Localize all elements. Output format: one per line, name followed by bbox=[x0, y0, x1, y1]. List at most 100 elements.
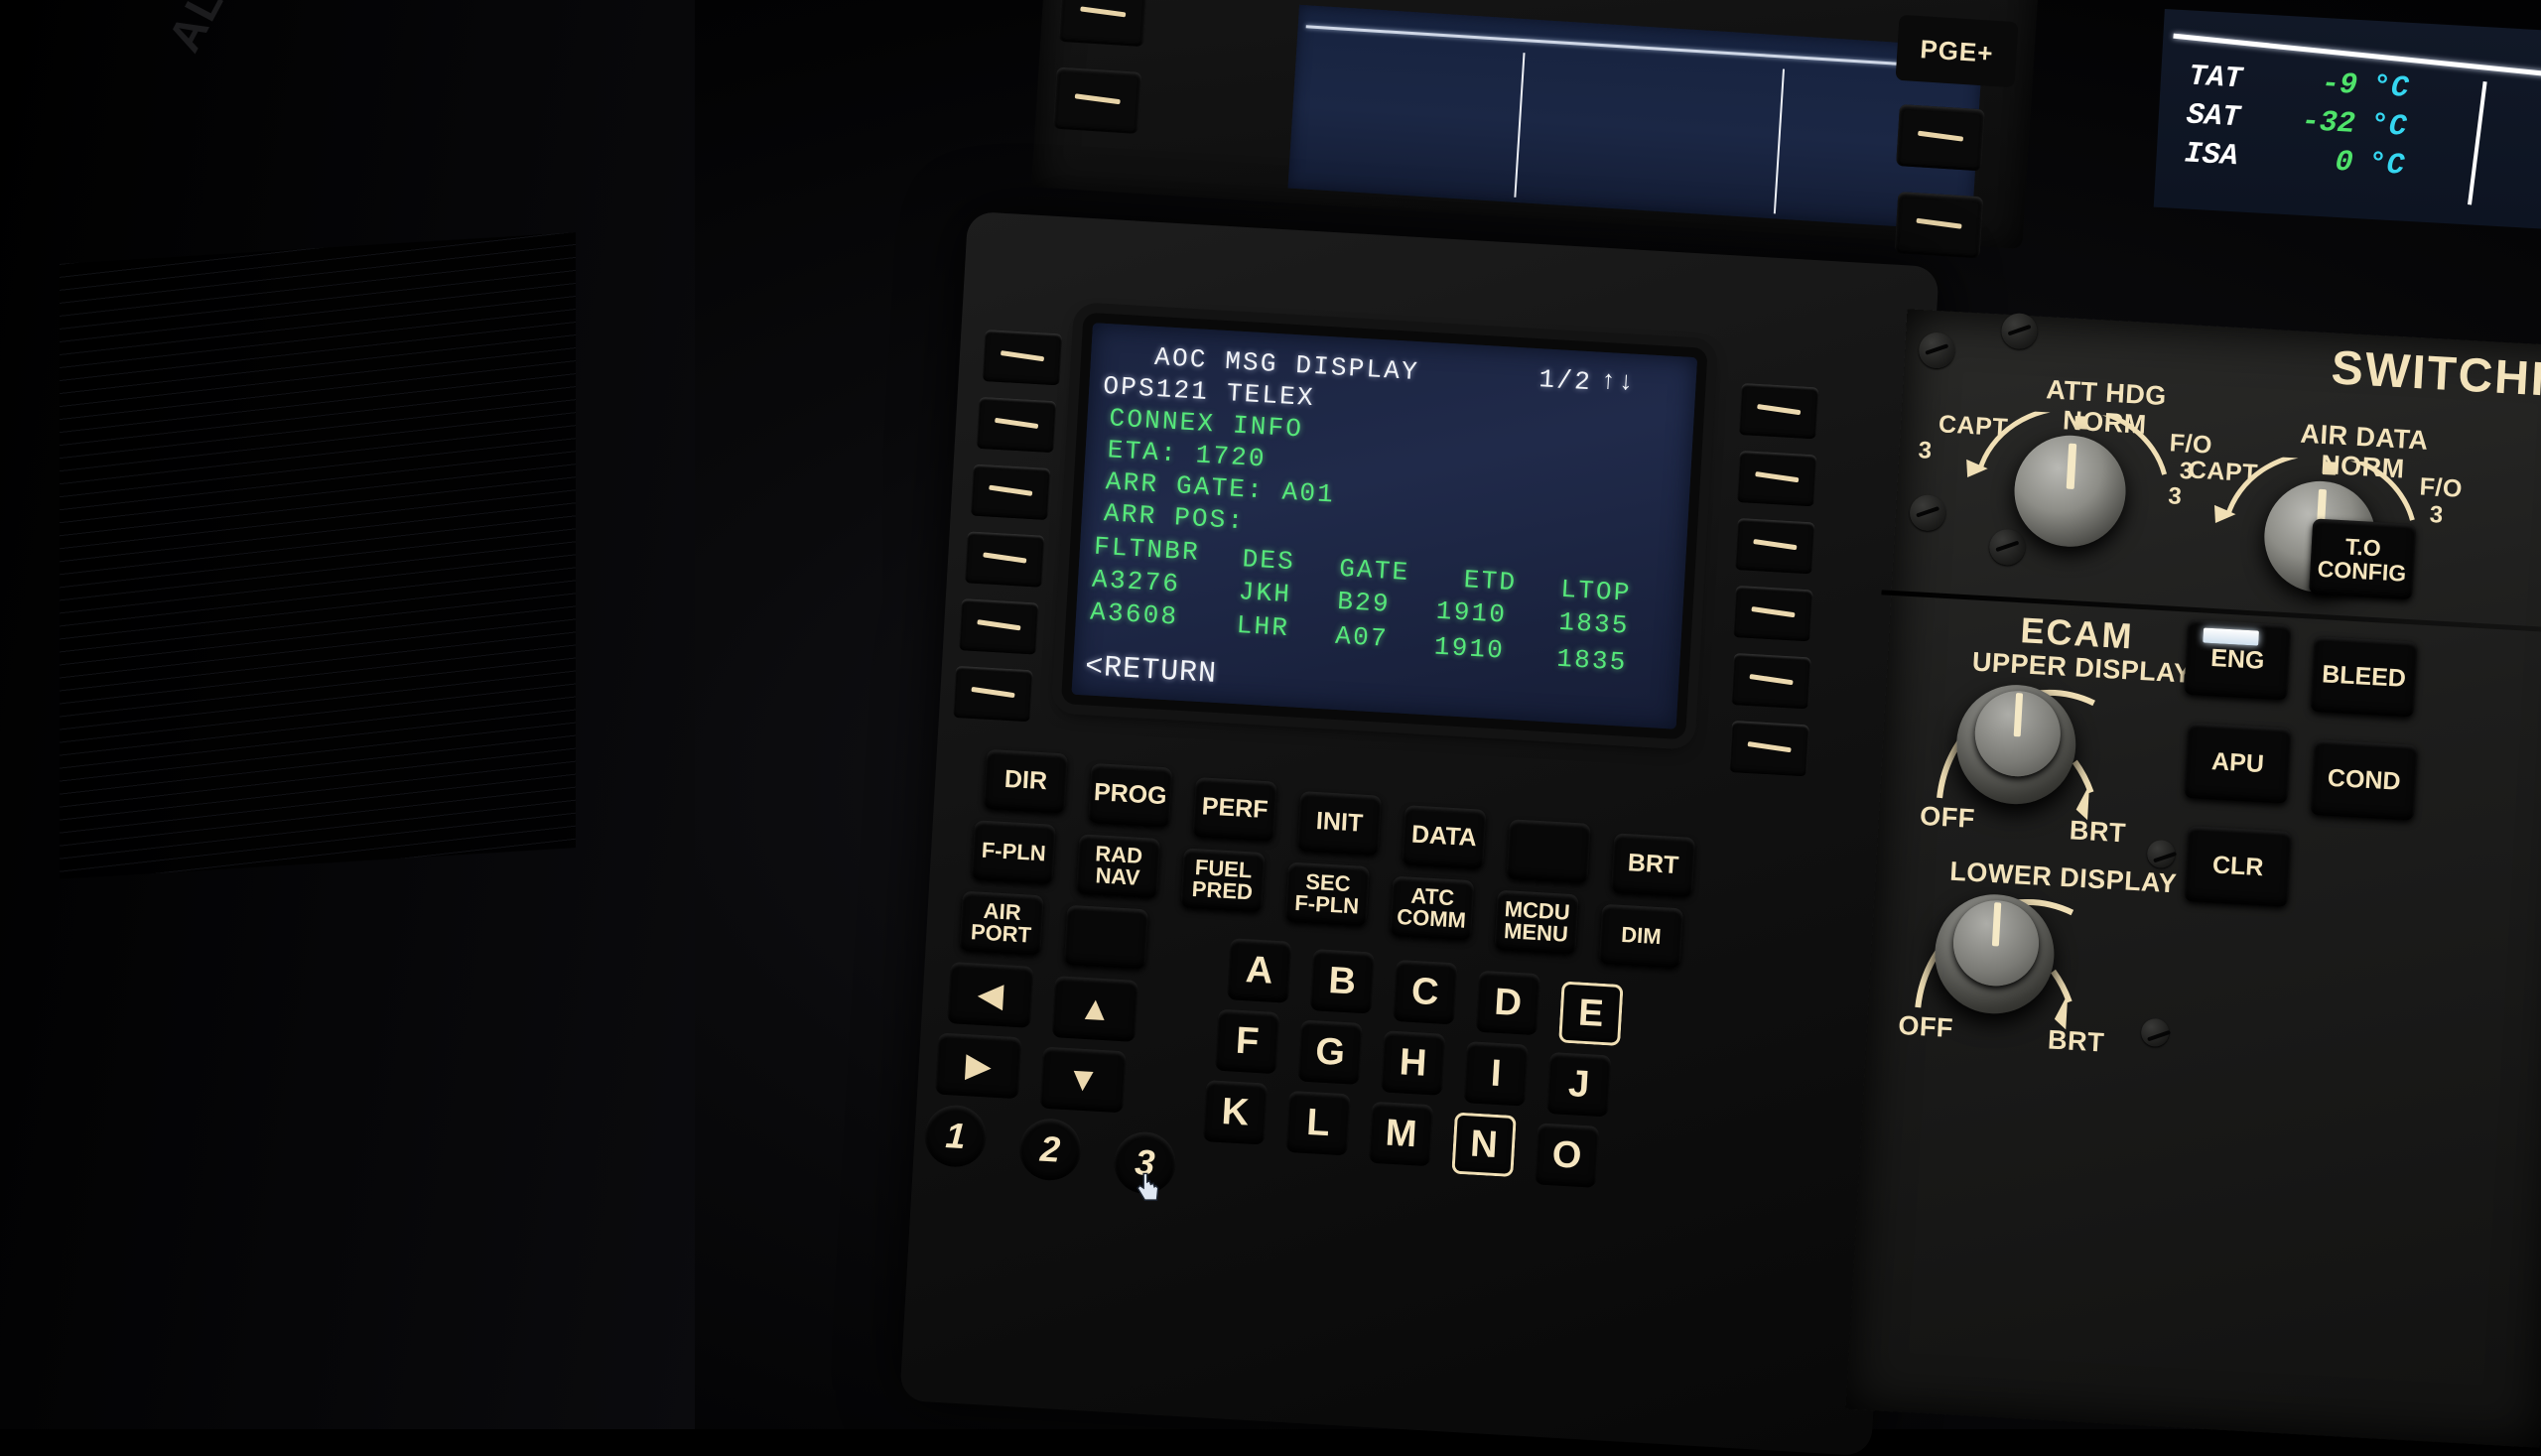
key-letter-h[interactable]: H bbox=[1380, 1030, 1446, 1096]
key-letter-n[interactable]: N bbox=[1451, 1112, 1517, 1177]
lsk-dash-icon bbox=[1749, 674, 1794, 686]
key-sec-f-pln[interactable]: SEC F-PLN bbox=[1284, 861, 1371, 927]
mcdu-unit: AOC MSG DISPLAY 1/2 ↑↓ OPS121 TELEX CONN… bbox=[899, 210, 1939, 1456]
key-letter-m[interactable]: M bbox=[1368, 1101, 1434, 1167]
lsk-dash-icon bbox=[971, 686, 1015, 699]
page-arrows-icon[interactable]: ↑↓ bbox=[1600, 366, 1637, 398]
table-row-2-etd: 1910 bbox=[1433, 631, 1506, 666]
screen-divider-vertical-1 bbox=[1514, 53, 1526, 198]
apu-button[interactable]: APU bbox=[2184, 722, 2292, 804]
ecam-upper-brt-label: BRT bbox=[2069, 815, 2127, 849]
lsk-left-4[interactable] bbox=[964, 531, 1045, 588]
ecam-lower-off-label: OFF bbox=[1897, 1009, 1954, 1044]
lsk-left-6[interactable] bbox=[952, 665, 1033, 723]
return-prompt[interactable]: <RETURN bbox=[1084, 650, 1218, 692]
screen-divider-vertical-2 bbox=[1773, 68, 1785, 214]
cond-button[interactable]: COND bbox=[2310, 738, 2418, 821]
key-letter-b[interactable]: B bbox=[1309, 949, 1376, 1014]
key-prog[interactable]: PROG bbox=[1088, 762, 1173, 828]
lsk-right-4[interactable] bbox=[1732, 585, 1813, 642]
lsk-right-5[interactable] bbox=[1731, 652, 1811, 710]
knob-pointer-icon bbox=[2066, 443, 2077, 489]
isa-unit: °C bbox=[2367, 147, 2406, 184]
key-letter-f[interactable]: F bbox=[1214, 1008, 1280, 1075]
key-brt[interactable]: BRT bbox=[1610, 833, 1696, 897]
cockpit-scene: ALS PGE+ TAT -9 °C SAT -32 °C ISA 0 °C A… bbox=[0, 0, 2541, 1456]
key-letter-d[interactable]: D bbox=[1475, 970, 1541, 1036]
key-dim[interactable]: DIM bbox=[1598, 903, 1684, 969]
table-header-ltop: LTOP bbox=[1559, 574, 1633, 608]
panel-screw-5 bbox=[2146, 839, 2177, 869]
lsk-dash-icon bbox=[1755, 470, 1800, 483]
key-f-pln[interactable]: F-PLN bbox=[971, 820, 1056, 884]
key-blank-2[interactable] bbox=[1063, 904, 1149, 970]
panel-screw-4 bbox=[1988, 528, 2027, 567]
key-num-3[interactable]: 3 bbox=[1112, 1129, 1178, 1196]
key-data[interactable]: DATA bbox=[1402, 805, 1487, 869]
key-letter-o[interactable]: O bbox=[1534, 1123, 1600, 1188]
table-header-etd: ETD bbox=[1462, 565, 1518, 598]
table-row-1-etd: 1910 bbox=[1435, 596, 1508, 630]
screen-line-arr-pos: ARR POS: bbox=[1103, 498, 1247, 537]
key-num-2[interactable]: 2 bbox=[1017, 1117, 1083, 1182]
table-row-1-ltop: 1835 bbox=[1557, 606, 1631, 641]
isa-label: ISA bbox=[2183, 137, 2239, 175]
tat-unit: °C bbox=[2371, 69, 2410, 106]
key-dir[interactable]: DIR bbox=[983, 748, 1069, 814]
upper-lsk-right-1[interactable] bbox=[1896, 104, 1985, 172]
lsk-left-5[interactable] bbox=[958, 598, 1039, 655]
key-air-port[interactable]: AIR PORT bbox=[959, 890, 1044, 956]
panel-screw-6 bbox=[2140, 1017, 2170, 1048]
key-perf[interactable]: PERF bbox=[1192, 776, 1277, 842]
key-fuel-pred[interactable]: FUEL PRED bbox=[1180, 848, 1266, 912]
key-letter-e[interactable]: E bbox=[1558, 981, 1624, 1046]
lsk-right-6[interactable] bbox=[1729, 720, 1809, 777]
key-letter-j[interactable]: J bbox=[1545, 1051, 1612, 1118]
key-letter-g[interactable]: G bbox=[1297, 1019, 1363, 1085]
key-blank-1[interactable] bbox=[1506, 819, 1591, 883]
arrow-right-key[interactable]: ▶ bbox=[935, 1032, 1022, 1100]
arrow-left-key[interactable]: ◀ bbox=[947, 962, 1034, 1028]
pedestal-ribs bbox=[60, 232, 576, 879]
table-header-fltnbr: FLTNBR bbox=[1093, 531, 1201, 568]
lsk-right-3[interactable] bbox=[1734, 517, 1815, 575]
key-letter-k[interactable]: K bbox=[1202, 1080, 1269, 1145]
pedal-label: ALS bbox=[157, 0, 249, 61]
key-letter-l[interactable]: L bbox=[1285, 1090, 1351, 1156]
left-pedestal-shadow: ALS bbox=[0, 0, 695, 1429]
key-mcdu-menu[interactable]: MCDU MENU bbox=[1494, 889, 1579, 955]
lsk-left-2[interactable] bbox=[976, 396, 1057, 454]
upper-mcdu-unit: PGE+ bbox=[1031, 0, 2046, 259]
key-letter-a[interactable]: A bbox=[1227, 938, 1292, 1003]
key-letter-c[interactable]: C bbox=[1393, 959, 1458, 1025]
arrow-down-key[interactable]: ▼ bbox=[1039, 1046, 1127, 1114]
upper-lsk-left-2[interactable] bbox=[1052, 66, 1142, 134]
bleed-button[interactable]: BLEED bbox=[2310, 635, 2418, 718]
key-rad-nav[interactable]: RAD NAV bbox=[1075, 834, 1161, 898]
lsk-dash-icon bbox=[1753, 538, 1798, 551]
lsk-dash-icon bbox=[1074, 93, 1121, 105]
mcdu-screen: AOC MSG DISPLAY 1/2 ↑↓ OPS121 TELEX CONN… bbox=[1071, 323, 1698, 729]
table-row-1-fltnbr: A3276 bbox=[1091, 564, 1181, 599]
eng-button[interactable]: ENG bbox=[2184, 618, 2292, 701]
lsk-right-2[interactable] bbox=[1736, 450, 1817, 507]
key-letter-i[interactable]: I bbox=[1463, 1041, 1529, 1107]
key-init[interactable]: INIT bbox=[1296, 791, 1383, 856]
clr-button[interactable]: CLR bbox=[2184, 825, 2292, 907]
upper-lsk-left-1[interactable] bbox=[1058, 0, 1148, 48]
switching-ecam-panel: SWITCHING ATT HDG NORM CAPT 3 F/O 3 AIR … bbox=[1845, 309, 2541, 1448]
key-atc-comm[interactable]: ATC COMM bbox=[1390, 875, 1475, 941]
page-plus-button[interactable]: PGE+ bbox=[1895, 14, 2019, 88]
lsk-left-1[interactable] bbox=[982, 329, 1063, 386]
lsk-left-3[interactable] bbox=[970, 463, 1051, 520]
upper-lsk-right-2[interactable] bbox=[1894, 192, 1984, 259]
table-row-1-gate: B29 bbox=[1336, 586, 1392, 619]
arrow-up-key[interactable]: ▲ bbox=[1051, 976, 1139, 1042]
key-num-1[interactable]: 1 bbox=[922, 1103, 989, 1169]
sat-label: SAT bbox=[2185, 98, 2241, 136]
lsk-dash-icon bbox=[1917, 130, 1964, 142]
air-data-capt-sub: 3 bbox=[2167, 482, 2184, 511]
to-config-button[interactable]: T.O CONFIG bbox=[2309, 518, 2417, 600]
lsk-right-1[interactable] bbox=[1738, 382, 1819, 440]
att-hdg-capt-sub: 3 bbox=[1917, 437, 1934, 464]
